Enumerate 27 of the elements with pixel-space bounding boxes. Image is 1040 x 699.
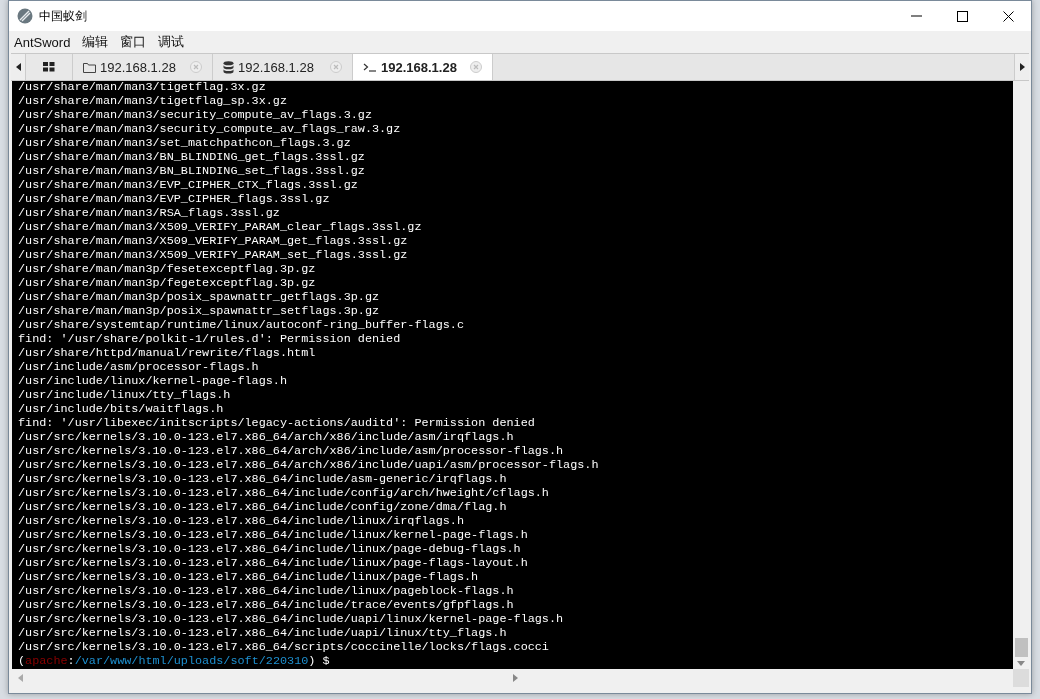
close-tab-icon[interactable] xyxy=(330,61,342,73)
grid-icon xyxy=(43,62,55,72)
app-logo-icon xyxy=(17,8,33,24)
terminal-output: /usr/share/man/man3/tigetflag.3x.gz /usr/share/man/man3/tigetflag_sp.3x.gz /usr/share/man/man3/security_compute_av_flags.3.gz /usr/share/man/man3/security_compute_av_flags_raw.3.gz /usr/share/man/man3/set_matchpathcon_flags.3.gz /usr/share/man/man3/BN_BLINDING_get_flags.3ssl.gz /usr/share/man/man3/BN_BLINDING_set_flags.3ssl.gz /usr/share/man/man3/EVP_CIPHER_CTX_flags.3ssl.gz /usr/share/man/man3/EVP_CIPHER_flags.3ssl.gz /usr/share/man/man3/RSA_flags.3ssl.gz /usr/share/man/man3/X509_VERIFY_PARAM_clear_flags.3ssl.gz /usr/share/man/man3/X509_VERIFY_PARAM_get_flags.3ssl.gz /usr/share/man/man3/X509_VERIFY_PARAM_set_flags.3ssl.gz /usr/share/man/man3p/fesetexceptflag.3p.gz /usr/share/man/man3p/fegetexceptflag.3p.gz /usr/share/man/man3p/posix_spawnattr_getflags.3p.gz /usr/share/man/man3p/posix_spawnattr_setflags.3p.gz /usr/share/systemtap/runtime/linux/autoconf-ring_buffer-flags.c find: '/usr/share/polkit-1/rules.d': Permission denied /usr/share/httpd/manual/rewrite/flags.html /usr/include/asm/processor-flags.h /usr/include/linux/kernel-page-flags.h /usr/include/linux/tty_flags.h /usr/include/bits/waitflags.h find: '/usr/libexec/initscripts/legacy-actions/auditd': Permission denied /usr/src/kernels/3.10.0-123.el7.x86_64/arch/x86/include/asm/irqflags.h /usr/src/kernels/3.10.0-123.el7.x86_64/arch/x86/include/asm/processor-flags.h /usr/src/kernels/3.10.0-123.el7.x86_64/arch/x86/include/uapi/asm/processor-flags.h /usr/src/kernels/3.10.0-123.el7.x86_64/include/asm-generic/irqflags.h /usr/src/kernels/3.10.0-123.el7.x86_64/include/config/arch/hweight/cflags.h /usr/src/kernels/3.10.0-123.el7.x86_64/include/config/zone/dma/flag.h /usr/src/kernels/3.10.0-123.el7.x86_64/include/linux/irqflags.h /usr/src/kernels/3.10.0-123.el7.x86_64/include/linux/kernel-page-flags.h /usr/src/kernels/3.10.0-123.el7.x86_64/include/linux/page-debug-flags.h /usr/src/kernels/3.10.0-123.el7.x86_64/include/linux/page-flags-layout.h /usr/src/kernels/3.10.0-123.el7.x86_64/include/linux/page-flags.h /usr/src/kernels/3.10.0-123.el7.x86_64/include/linux/pageblock-flags.h /usr/src/kernels/3.10.0-123.el7.x86_64/include/trace/events/gfpflags.h /usr/src/kernels/3.10.0-123.el7.x86_64/include/uapi/linux/kernel-page-flags.h /usr/src/kernels/3.10.0-123.el7.x86_64/include/uapi/linux/tty_flags.h /usr/src/kernels/3.10.0-123.el7.x86_64/scripts/coccinelle/locks/flags.cocci (apache:/var/www/html/uploads/soft/220310) $ xyxy=(12,81,1013,669)
maximize-icon xyxy=(956,10,968,22)
scrollbar-corner xyxy=(1013,669,1029,687)
tab[interactable]: 192.168.1.28 xyxy=(353,54,493,80)
right-triangle-icon[interactable] xyxy=(512,674,518,682)
minimize-icon xyxy=(910,15,922,17)
scroll-left-button[interactable] xyxy=(11,54,26,80)
menu-item[interactable]: 窗口 xyxy=(120,33,147,51)
scroll-right-button[interactable] xyxy=(1014,54,1029,80)
window-title: 中国蚁剑 xyxy=(39,7,87,25)
left-triangle-icon xyxy=(15,63,21,71)
down-triangle-icon[interactable] xyxy=(1017,661,1025,666)
folder-icon xyxy=(83,61,96,73)
database-icon xyxy=(223,60,234,74)
close-tab-icon[interactable] xyxy=(470,61,482,73)
close-icon xyxy=(1002,10,1014,22)
terminal-icon xyxy=(363,62,377,72)
right-triangle-icon xyxy=(1019,63,1025,71)
close-tab-icon[interactable] xyxy=(190,61,202,73)
scroll-thumb[interactable] xyxy=(1014,638,1028,657)
left-triangle-icon[interactable] xyxy=(18,674,23,682)
menu-item[interactable]: AntSword xyxy=(14,34,71,50)
menu-item[interactable]: 编辑 xyxy=(82,33,109,51)
menu-item[interactable]: 调试 xyxy=(158,33,185,51)
